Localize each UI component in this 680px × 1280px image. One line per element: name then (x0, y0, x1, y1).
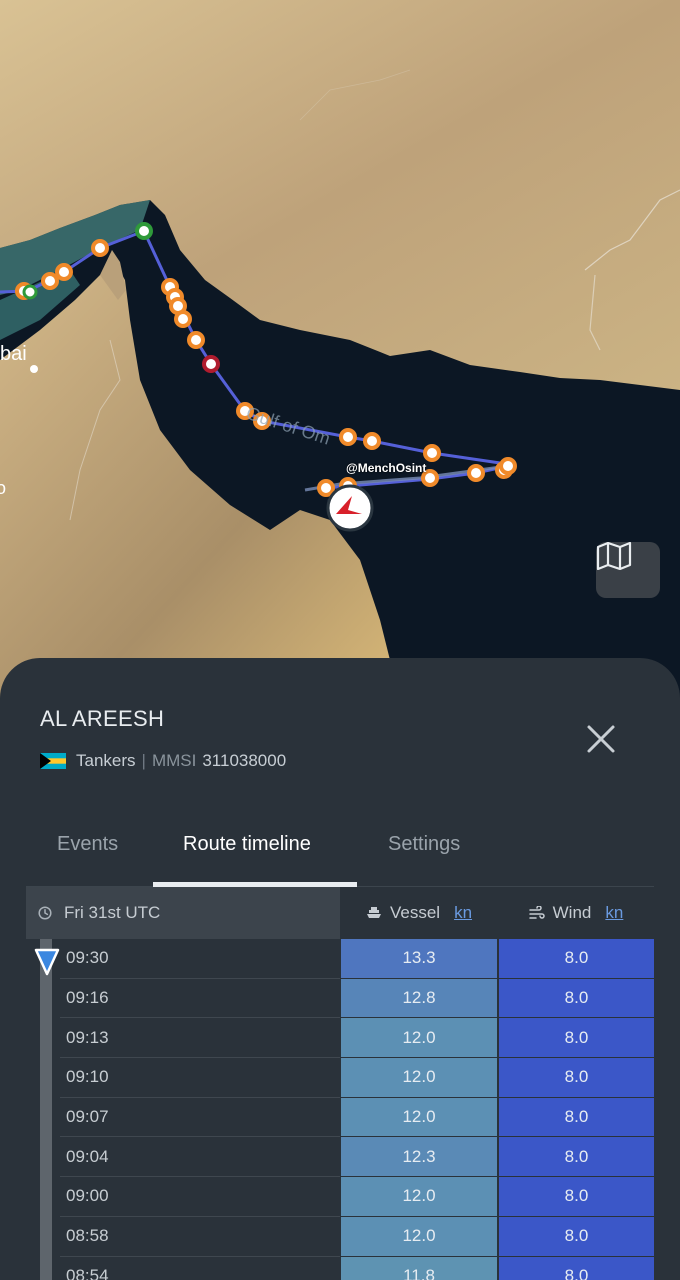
vessel-speed-header: Vessel kn (340, 887, 498, 939)
map-icon (596, 542, 632, 570)
row-time: 09:04 (60, 1137, 340, 1178)
date-header: Fri 31st UTC (64, 903, 161, 922)
tab-route-timeline[interactable]: Route timeline (183, 833, 311, 856)
close-button[interactable] (584, 722, 618, 756)
timeline-table-header: Fri 31st UTC Vessel kn Wind kn (26, 887, 654, 939)
row-vessel-speed: 12.0 (341, 1216, 497, 1256)
row-vessel-speed: 12.3 (341, 1137, 497, 1177)
row-time: 09:16 (60, 979, 340, 1019)
wind-speed-header: Wind kn (498, 887, 654, 939)
vessel-details-sheet: AL AREESH Tankers | MMSI 311038000 Event… (0, 658, 680, 1280)
city-label-partial: o (0, 478, 7, 498)
row-wind-speed: 8.0 (499, 1058, 654, 1097)
timeline-row[interactable]: 08:54 11.8 8.0 (26, 1256, 654, 1280)
row-vessel-speed: 12.0 (341, 1177, 497, 1216)
vessel-subtitle: Tankers | MMSI 311038000 (40, 751, 286, 771)
mmsi-label: MMSI (151, 751, 197, 770)
row-vessel-speed: 11.8 (341, 1256, 497, 1280)
vessel-name: AL AREESH (40, 706, 165, 731)
timeline-row[interactable]: 09:00 12.0 8.0 (26, 1177, 654, 1217)
chevron-down-icon (34, 948, 60, 976)
timeline-row[interactable]: 09:30 13.3 8.0 (26, 939, 654, 979)
row-time: 08:58 (60, 1217, 340, 1257)
timeline-row[interactable]: 09:07 12.0 8.0 (26, 1097, 654, 1138)
row-time: 08:54 (60, 1257, 340, 1280)
timeline-row[interactable]: 09:10 12.0 8.0 (26, 1058, 654, 1098)
vessel-unit-toggle[interactable]: kn (454, 903, 472, 923)
clock-icon (38, 906, 52, 920)
timeline-row[interactable]: 08:58 12.0 8.0 (26, 1216, 654, 1257)
row-wind-speed: 8.0 (499, 1216, 654, 1256)
row-time: 09:30 (60, 939, 340, 979)
timeline-row[interactable]: 09:16 12.8 8.0 (26, 978, 654, 1019)
tab-bar: Events Route timeline Settings (26, 823, 654, 887)
tab-events[interactable]: Events (57, 833, 118, 856)
wind-icon (528, 906, 545, 919)
row-time: 09:00 (60, 1177, 340, 1217)
ship-icon (366, 907, 381, 918)
row-time: 09:07 (60, 1098, 340, 1138)
row-vessel-speed: 12.0 (341, 1058, 497, 1097)
timeline-row[interactable]: 09:13 12.0 8.0 (26, 1018, 654, 1059)
row-wind-speed: 8.0 (499, 1177, 654, 1216)
map-view[interactable]: Gulf of Om bai o @MenchOsint (0, 0, 680, 700)
watermark-text: @MenchOsint (346, 461, 427, 475)
row-vessel-speed: 13.3 (341, 939, 497, 978)
timeline-row[interactable]: 09:04 12.3 8.0 (26, 1137, 654, 1178)
row-wind-speed: 8.0 (499, 978, 654, 1018)
row-vessel-speed: 12.8 (341, 978, 497, 1018)
map-layers-button[interactable] (596, 542, 660, 598)
city-label-dubai: bai (0, 343, 27, 365)
separator: | (141, 751, 146, 770)
row-wind-speed: 8.0 (499, 1256, 654, 1280)
wind-header-label: Wind (552, 903, 592, 922)
close-icon (587, 725, 615, 753)
row-wind-speed: 8.0 (499, 1137, 654, 1177)
row-wind-speed: 8.0 (499, 1018, 654, 1058)
row-vessel-speed: 12.0 (341, 1018, 497, 1058)
row-vessel-speed: 12.0 (341, 1097, 497, 1137)
row-time: 09:10 (60, 1058, 340, 1098)
vessel-header-label: Vessel (389, 903, 441, 922)
mmsi-value: 311038000 (202, 751, 287, 770)
date-header-cell: Fri 31st UTC (26, 887, 340, 939)
timeline-rows: 09:30 13.3 8.0 09:16 12.8 8.0 09:13 12.0 8.0 09:1… (26, 939, 654, 1280)
map-canvas: Gulf of Om (0, 0, 680, 700)
row-time: 09:13 (60, 1018, 340, 1059)
timeline-cursor-handle[interactable] (34, 946, 60, 983)
row-wind-speed: 8.0 (499, 1097, 654, 1137)
wind-unit-toggle[interactable]: kn (605, 903, 623, 923)
bahamas-flag-icon (40, 753, 66, 769)
tab-settings[interactable]: Settings (388, 833, 460, 856)
vessel-type: Tankers (76, 751, 136, 770)
row-wind-speed: 8.0 (499, 939, 654, 978)
